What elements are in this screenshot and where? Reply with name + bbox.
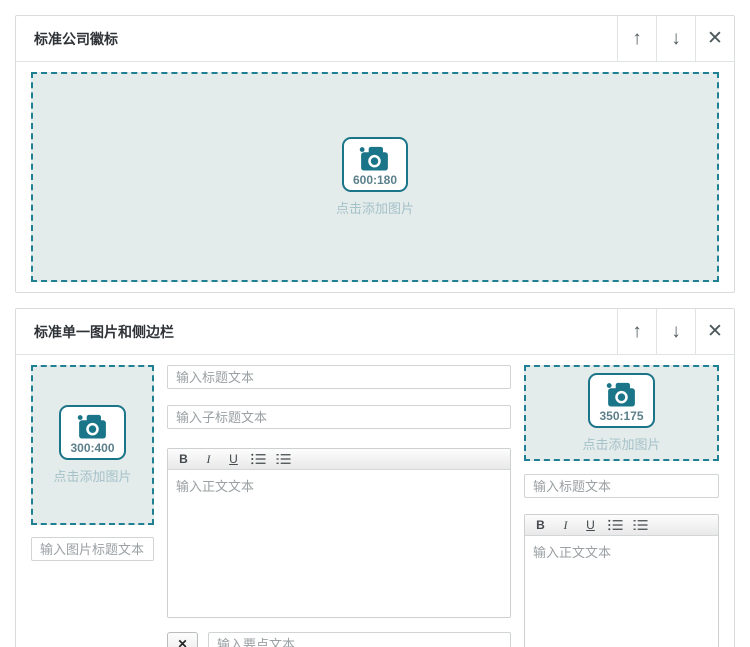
arrow-up-icon: ↑ — [632, 28, 642, 50]
body-rich-text-editor: B I U — [167, 448, 511, 618]
module-body: 600:180 点击添加图片 — [16, 62, 734, 292]
logo-image-dropzone[interactable]: 600:180 点击添加图片 — [31, 72, 719, 282]
move-down-button[interactable]: ↓ — [656, 309, 695, 354]
module-title: 标准公司徽标 — [16, 16, 617, 61]
ordered-list-icon — [276, 453, 291, 465]
bullet-point-row: ✕ — [167, 632, 511, 647]
unordered-list-button[interactable] — [604, 516, 627, 535]
module-image-sidebar: 标准单一图片和侧边栏 ↑ ↓ ✕ — [15, 308, 735, 647]
unordered-list-button[interactable] — [247, 450, 270, 469]
underline-button[interactable]: U — [579, 516, 602, 535]
bullet-point-input[interactable] — [208, 632, 511, 647]
camera-icon — [77, 414, 108, 439]
ordered-list-icon — [633, 519, 648, 531]
module-title: 标准单一图片和侧边栏 — [16, 309, 617, 354]
editor-toolbar: B I U — [168, 449, 510, 470]
module-body: 300:400 点击添加图片 B I U — [16, 355, 734, 647]
camera-badge: 350:175 — [588, 373, 654, 428]
add-image-hint: 点击添加图片 — [582, 434, 660, 453]
module-actions: ↑ ↓ ✕ — [617, 16, 734, 61]
aspect-ratio-label: 350:175 — [599, 409, 643, 423]
module-header: 标准公司徽标 ↑ ↓ ✕ — [16, 16, 734, 62]
remove-module-button[interactable]: ✕ — [695, 16, 734, 61]
sidebar-rich-text-editor: B I U — [524, 514, 719, 647]
camera-badge: 600:180 — [342, 137, 408, 192]
image-caption-input[interactable] — [31, 537, 154, 561]
arrow-up-icon: ↑ — [632, 321, 642, 343]
title-input[interactable] — [167, 365, 511, 389]
bold-button[interactable]: B — [529, 516, 552, 535]
bold-button[interactable]: B — [172, 450, 195, 469]
close-icon: ✕ — [707, 27, 723, 50]
aspect-ratio-label: 600:180 — [353, 173, 397, 187]
main-content-column: B I U — [167, 365, 511, 647]
portrait-image-dropzone[interactable]: 300:400 点击添加图片 — [31, 365, 154, 525]
camera-icon — [606, 382, 637, 407]
unordered-list-icon — [251, 453, 266, 465]
italic-button[interactable]: I — [197, 450, 220, 469]
move-up-button[interactable]: ↑ — [617, 16, 656, 61]
email-template-editor: 标准公司徽标 ↑ ↓ ✕ — [0, 0, 750, 647]
italic-button[interactable]: I — [554, 516, 577, 535]
add-image-hint: 点击添加图片 — [336, 198, 414, 217]
ordered-list-button[interactable] — [272, 450, 295, 469]
sidebar-body-text-area[interactable] — [525, 536, 718, 647]
ordered-list-button[interactable] — [629, 516, 652, 535]
arrow-down-icon: ↓ — [671, 321, 681, 343]
aspect-ratio-label: 300:400 — [70, 441, 114, 455]
body-text-area[interactable] — [168, 470, 510, 617]
close-icon: ✕ — [707, 320, 723, 343]
add-image-hint: 点击添加图片 — [53, 466, 131, 485]
sidebar-title-input[interactable] — [524, 474, 719, 498]
camera-badge: 300:400 — [59, 405, 125, 460]
underline-button[interactable]: U — [222, 450, 245, 469]
camera-icon — [359, 146, 390, 171]
remove-bullet-button[interactable]: ✕ — [167, 632, 198, 647]
subtitle-input[interactable] — [167, 405, 511, 429]
editor-toolbar: B I U — [525, 515, 718, 536]
sidebar-column: 350:175 点击添加图片 B I U — [524, 365, 719, 647]
move-down-button[interactable]: ↓ — [656, 16, 695, 61]
remove-module-button[interactable]: ✕ — [695, 309, 734, 354]
sidebar-image-dropzone[interactable]: 350:175 点击添加图片 — [524, 365, 719, 461]
module-company-logo: 标准公司徽标 ↑ ↓ ✕ — [15, 15, 735, 293]
move-up-button[interactable]: ↑ — [617, 309, 656, 354]
module-actions: ↑ ↓ ✕ — [617, 309, 734, 354]
module-header: 标准单一图片和侧边栏 ↑ ↓ ✕ — [16, 309, 734, 355]
arrow-down-icon: ↓ — [671, 28, 681, 50]
unordered-list-icon — [608, 519, 623, 531]
left-image-column: 300:400 点击添加图片 — [31, 365, 154, 561]
